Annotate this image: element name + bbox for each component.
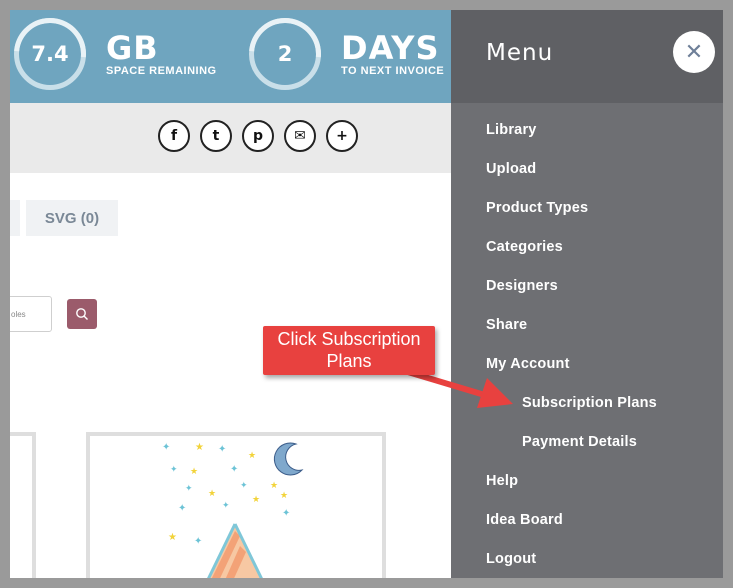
annotation-callout: Click Subscription Plans [263, 326, 435, 375]
annotation-arrow [407, 369, 513, 408]
